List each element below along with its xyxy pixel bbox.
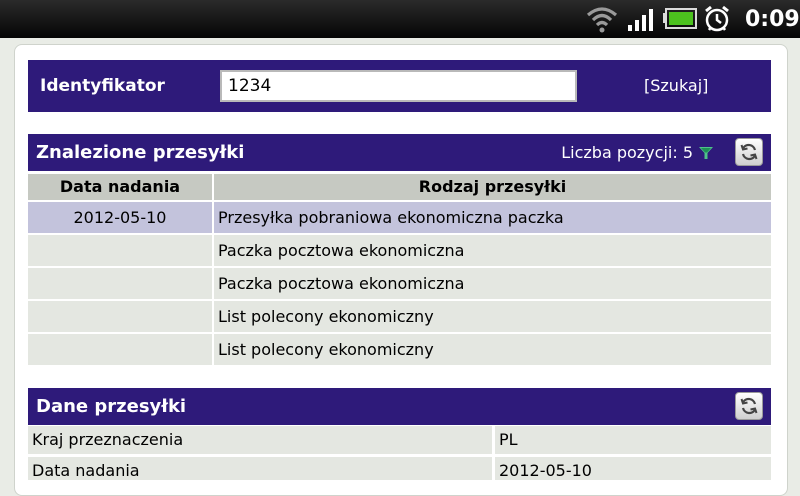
row-type: Przesyłka pobraniowa ekonomiczna paczka <box>214 202 771 233</box>
filter-icon[interactable] <box>699 146 713 159</box>
row-date <box>28 334 212 365</box>
found-shipments-title: Znalezione przesyłki <box>36 142 245 163</box>
search-button[interactable]: [Szukaj] <box>644 60 708 112</box>
position-count-label: Liczba pozycji: 5 <box>561 143 693 162</box>
battery-icon <box>663 0 697 38</box>
detail-label: Kraj przeznaczenia <box>28 426 492 454</box>
refresh-icon <box>740 143 758 161</box>
identifier-input[interactable] <box>220 70 577 102</box>
detail-value: 2012-05-10 <box>495 457 771 480</box>
detail-label: Data nadania <box>28 457 492 480</box>
row-date <box>28 301 212 332</box>
row-type: List polecony ekonomiczny <box>214 334 771 365</box>
identifier-label: Identyfikator <box>40 76 165 96</box>
found-shipments-header: Znalezione przesyłki Liczba pozycji: 5 <box>28 134 771 171</box>
column-header-type: Rodzaj przesyłki <box>214 174 771 200</box>
refresh-found-button[interactable] <box>735 138 763 166</box>
refresh-details-button[interactable] <box>735 392 763 420</box>
signal-icon <box>627 0 655 38</box>
row-type: Paczka pocztowa ekonomiczna <box>214 235 771 266</box>
position-count: Liczba pozycji: 5 <box>561 134 713 171</box>
search-bar: Identyfikator [Szukaj] <box>28 60 771 112</box>
clock: 0:09 <box>745 6 800 32</box>
wifi-icon <box>586 0 618 38</box>
refresh-icon <box>740 397 758 415</box>
row-date: 2012-05-10 <box>28 202 212 233</box>
row-date <box>28 235 212 266</box>
shipment-details-title: Dane przesyłki <box>36 396 187 417</box>
column-header-date: Data nadania <box>28 174 212 200</box>
row-type: List polecony ekonomiczny <box>214 301 771 332</box>
detail-value: PL <box>495 426 771 454</box>
status-bar: 0:09 <box>0 0 800 38</box>
row-type: Paczka pocztowa ekonomiczna <box>214 268 771 299</box>
alarm-icon <box>703 0 731 38</box>
row-date <box>28 268 212 299</box>
shipment-details-header: Dane przesyłki <box>28 388 771 425</box>
